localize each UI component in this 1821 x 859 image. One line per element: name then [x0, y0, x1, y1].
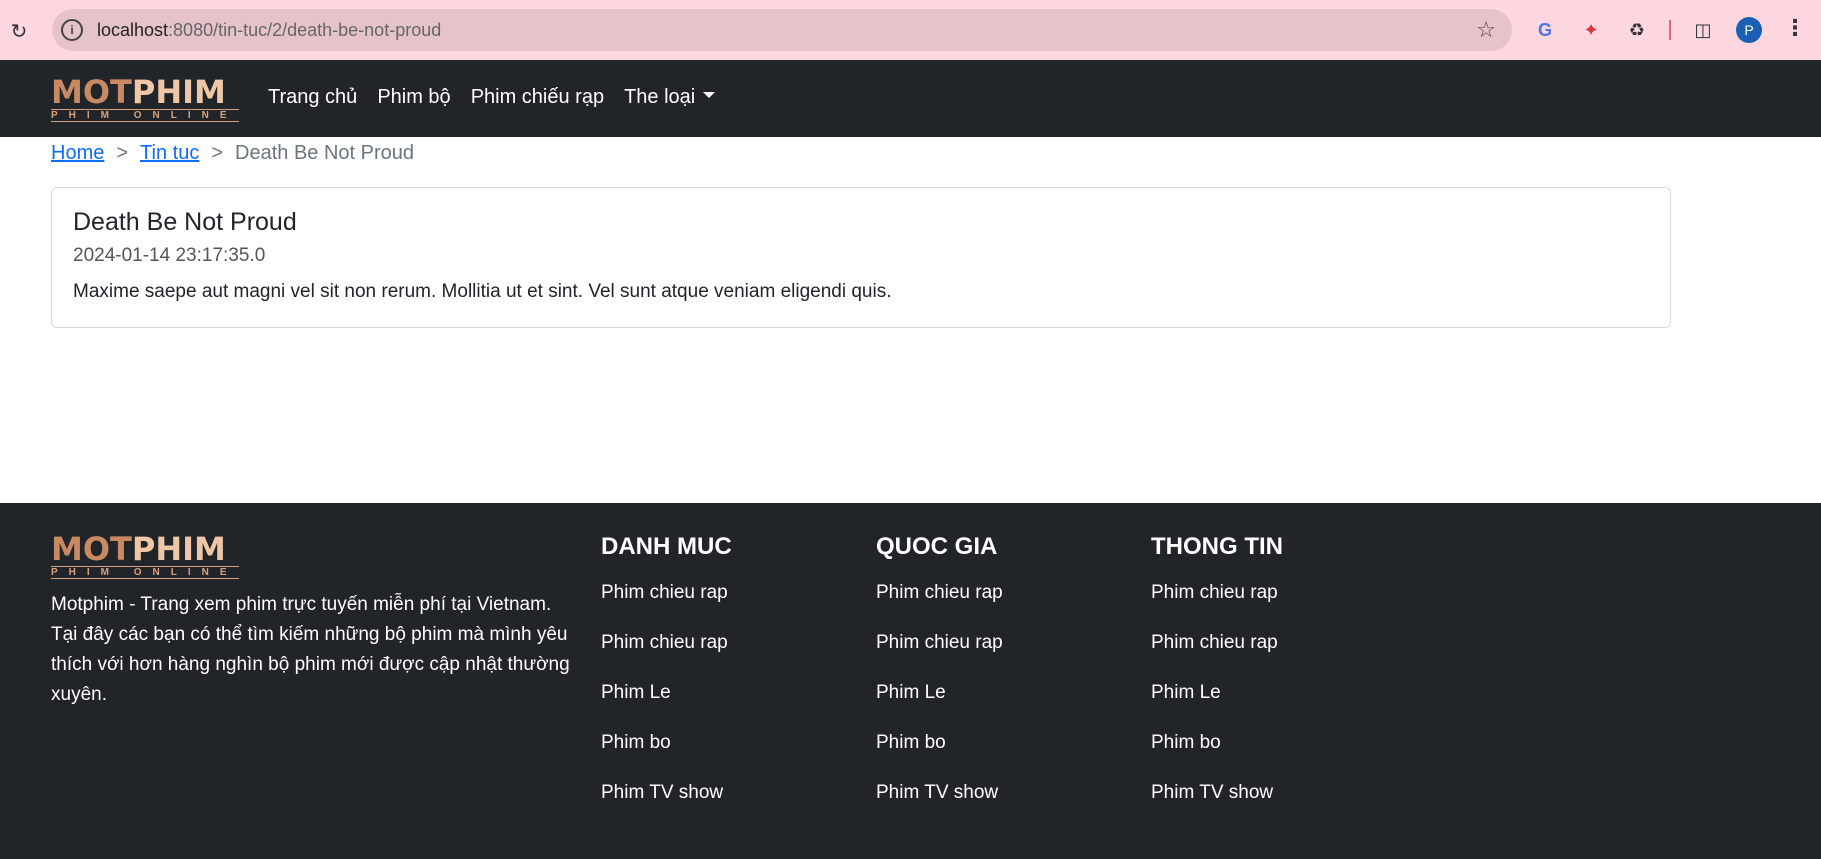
logo-text-mot: MOT — [51, 530, 132, 568]
article-body: Maxime saepe aut magni vel sit non rerum… — [73, 281, 892, 302]
url-host: localhost — [97, 20, 169, 40]
article-title: Death Be Not Proud — [73, 208, 297, 236]
footer-column-quoc-gia: QUOC GIA Phim chieu rap Phim chieu rap P… — [876, 533, 1003, 831]
footer-link[interactable]: Phim bo — [601, 731, 732, 781]
extensions-icon[interactable]: ♻ — [1624, 17, 1650, 43]
breadcrumb: Home > Tin tuc > Death Be Not Proud — [51, 142, 414, 165]
nav-link-series[interactable]: Phim bộ — [377, 86, 450, 109]
article-date: 2024-01-14 23:17:35.0 — [73, 245, 266, 266]
logo-text-phim: PHIM — [131, 73, 226, 111]
footer-column-heading: DANH MUC — [601, 533, 732, 560]
color-picker-icon[interactable]: ✦ — [1578, 17, 1604, 43]
translate-icon[interactable]: G — [1532, 17, 1558, 43]
nav-links: Trang chủ Phim bộ Phim chiếu rạp The loạ… — [268, 86, 716, 109]
breadcrumb-separator: > — [211, 142, 224, 164]
footer-link[interactable]: Phim TV show — [1151, 781, 1283, 831]
browser-toolbar: ↻ i localhost:8080/tin-tuc/2/death-be-no… — [0, 0, 1821, 60]
breadcrumb-separator: > — [116, 142, 129, 164]
logo-text-mot: MOT — [51, 73, 132, 111]
profile-avatar[interactable]: P — [1736, 17, 1762, 43]
footer-link[interactable]: Phim bo — [1151, 731, 1283, 781]
site-logo[interactable]: MOTPHIM PHIM ONLINE — [51, 76, 239, 122]
nav-dropdown-label: The loại — [624, 86, 696, 108]
article-card: Death Be Not Proud 2024-01-14 23:17:35.0… — [51, 187, 1671, 328]
logo-subtitle: PHIM ONLINE — [51, 109, 239, 122]
footer-link[interactable]: Phim chieu rap — [601, 631, 732, 681]
footer-column-heading: QUOC GIA — [876, 533, 998, 560]
caret-down-icon — [703, 91, 716, 98]
footer-link[interactable]: Phim chieu rap — [876, 631, 1003, 681]
toolbar-divider — [1669, 20, 1671, 40]
footer-link[interactable]: Phim Le — [1151, 681, 1283, 731]
footer-link[interactable]: Phim Le — [876, 681, 1003, 731]
nav-link-home[interactable]: Trang chủ — [268, 86, 357, 109]
navbar: MOTPHIM PHIM ONLINE Trang chủ Phim bộ Ph… — [0, 60, 1821, 137]
nav-link-cinema[interactable]: Phim chiếu rạp — [471, 86, 604, 109]
footer-link[interactable]: Phim TV show — [876, 781, 1003, 831]
address-bar[interactable]: i localhost:8080/tin-tuc/2/death-be-not-… — [52, 9, 1512, 51]
footer-column-heading: THONG TIN — [1151, 533, 1283, 560]
footer-link[interactable]: Phim chieu rap — [1151, 631, 1283, 681]
breadcrumb-current: Death Be Not Proud — [235, 142, 415, 164]
bookmark-star-icon[interactable]: ☆ — [1476, 17, 1496, 43]
logo-subtitle: PHIM ONLINE — [51, 566, 239, 579]
footer-link[interactable]: Phim TV show — [601, 781, 732, 831]
footer: MOTPHIM PHIM ONLINE Motphim - Trang xem … — [0, 503, 1821, 859]
url-path: :8080/tin-tuc/2/death-be-not-proud — [168, 20, 442, 40]
footer-link[interactable]: Phim Le — [601, 681, 732, 731]
side-panel-icon[interactable]: ◫ — [1690, 17, 1716, 43]
breadcrumb-section[interactable]: Tin tuc — [140, 142, 199, 165]
footer-description: Motphim - Trang xem phim trực tuyến miễn… — [51, 594, 570, 705]
footer-link[interactable]: Phim chieu rap — [876, 581, 1003, 631]
footer-logo[interactable]: MOTPHIM PHIM ONLINE — [51, 533, 239, 579]
breadcrumb-home[interactable]: Home — [51, 142, 104, 165]
url-text[interactable]: localhost:8080/tin-tuc/2/death-be-not-pr… — [97, 20, 441, 41]
footer-column-danh-muc: DANH MUC Phim chieu rap Phim chieu rap P… — [601, 533, 732, 831]
logo-text-phim: PHIM — [131, 530, 226, 568]
reload-icon[interactable]: ↻ — [6, 18, 32, 44]
nav-dropdown-genre[interactable]: The loại — [624, 86, 716, 109]
footer-link[interactable]: Phim bo — [876, 731, 1003, 781]
footer-column-thong-tin: THONG TIN Phim chieu rap Phim chieu rap … — [1151, 533, 1283, 831]
footer-link[interactable]: Phim chieu rap — [1151, 581, 1283, 631]
site-info-icon[interactable]: i — [61, 19, 83, 41]
footer-link[interactable]: Phim chieu rap — [601, 581, 732, 631]
menu-icon[interactable]: ⋮ — [1784, 15, 1806, 41]
